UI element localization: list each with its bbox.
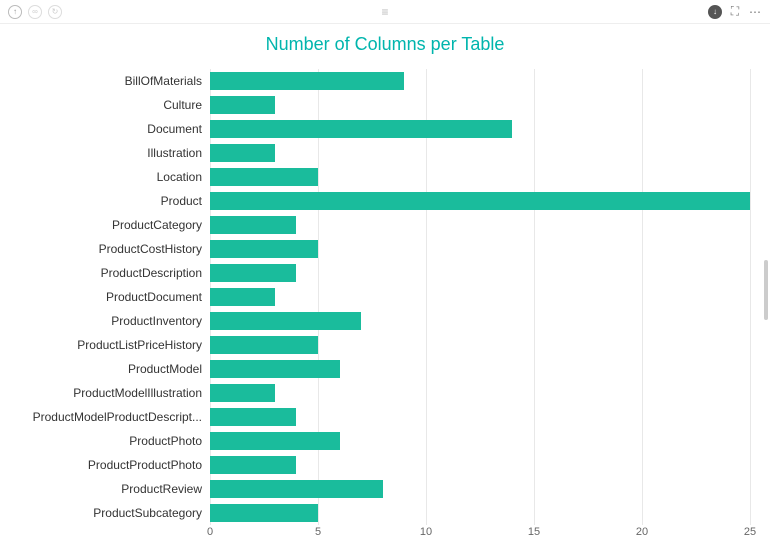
bar[interactable]: [210, 504, 318, 522]
bar-row: BillOfMaterials: [210, 72, 750, 90]
arrow-down-fill-icon[interactable]: ↓: [708, 5, 722, 19]
bar[interactable]: [210, 456, 296, 474]
category-label: ProductCostHistory: [99, 240, 210, 258]
bar[interactable]: [210, 240, 318, 258]
category-label: Culture: [163, 96, 210, 114]
bar[interactable]: [210, 96, 275, 114]
category-label: ProductInventory: [111, 312, 210, 330]
category-label: ProductListPriceHistory: [77, 336, 210, 354]
refresh-icon[interactable]: ↻: [48, 5, 62, 19]
bar-row: Illustration: [210, 144, 750, 162]
bar[interactable]: [210, 432, 340, 450]
category-label: ProductModel: [128, 360, 210, 378]
bar-row: ProductSubcategory: [210, 504, 750, 522]
bar[interactable]: [210, 312, 361, 330]
plot-region: BillOfMaterials Culture Document Illustrati…: [210, 69, 750, 525]
bar[interactable]: [210, 384, 275, 402]
category-label: ProductDescription: [101, 264, 210, 282]
x-tick-label: 0: [207, 526, 213, 538]
bar-row: ProductDocument: [210, 288, 750, 306]
bar-row: ProductDescription: [210, 264, 750, 282]
bar-row: ProductModelProductDescript...: [210, 408, 750, 426]
bar[interactable]: [210, 72, 404, 90]
bar-row: ProductListPriceHistory: [210, 336, 750, 354]
x-axis: 0510152025: [210, 522, 750, 542]
category-label: ProductModelProductDescript...: [33, 408, 210, 426]
x-tick-label: 15: [528, 526, 540, 538]
toolbar-right: ↓ ⛶ ⋯: [708, 5, 762, 19]
bar-row: ProductProductPhoto: [210, 456, 750, 474]
gridline: [750, 69, 751, 525]
bar-row: ProductPhoto: [210, 432, 750, 450]
category-label: Product: [161, 192, 210, 210]
category-label: ProductPhoto: [129, 432, 210, 450]
bar[interactable]: [210, 360, 340, 378]
bar[interactable]: [210, 336, 318, 354]
x-tick-label: 25: [744, 526, 756, 538]
category-label: BillOfMaterials: [125, 72, 210, 90]
visual-toolbar: ↑ ∞ ↻ ≡ ↓ ⛶ ⋯: [0, 0, 770, 24]
bar-row: Product: [210, 192, 750, 210]
category-label: Location: [157, 168, 210, 186]
bar-row: ProductModelIllustration: [210, 384, 750, 402]
bar[interactable]: [210, 264, 296, 282]
bar-row: ProductModel: [210, 360, 750, 378]
category-label: ProductModelIllustration: [73, 384, 210, 402]
drag-handle-icon[interactable]: ≡: [381, 5, 388, 19]
category-label: Document: [147, 120, 210, 138]
more-options-icon[interactable]: ⋯: [748, 5, 762, 19]
chart-title: Number of Columns per Table: [0, 34, 770, 55]
x-tick-label: 10: [420, 526, 432, 538]
arrow-up-icon[interactable]: ↑: [8, 5, 22, 19]
chart-plot-area: BillOfMaterials Culture Document Illustrati…: [210, 69, 750, 525]
bar-row: Culture: [210, 96, 750, 114]
bar-row: Location: [210, 168, 750, 186]
bar-row: Document: [210, 120, 750, 138]
category-label: ProductSubcategory: [93, 504, 210, 522]
bar[interactable]: [210, 288, 275, 306]
bar-row: ProductReview: [210, 480, 750, 498]
link-icon[interactable]: ∞: [28, 5, 42, 19]
bar-row: ProductCategory: [210, 216, 750, 234]
bar-row: ProductInventory: [210, 312, 750, 330]
toolbar-left: ↑ ∞ ↻: [8, 5, 62, 19]
category-label: ProductProductPhoto: [88, 456, 210, 474]
category-label: Illustration: [147, 144, 210, 162]
x-tick-label: 5: [315, 526, 321, 538]
category-label: ProductDocument: [106, 288, 210, 306]
bar[interactable]: [210, 120, 512, 138]
bar[interactable]: [210, 168, 318, 186]
scrollbar-thumb[interactable]: [764, 260, 768, 320]
bar[interactable]: [210, 408, 296, 426]
bar[interactable]: [210, 144, 275, 162]
bar[interactable]: [210, 192, 750, 210]
x-tick-label: 20: [636, 526, 648, 538]
bar[interactable]: [210, 480, 383, 498]
bar-row: ProductCostHistory: [210, 240, 750, 258]
category-label: ProductCategory: [112, 216, 210, 234]
bar[interactable]: [210, 216, 296, 234]
category-label: ProductReview: [121, 480, 210, 498]
focus-mode-icon[interactable]: ⛶: [728, 5, 742, 19]
